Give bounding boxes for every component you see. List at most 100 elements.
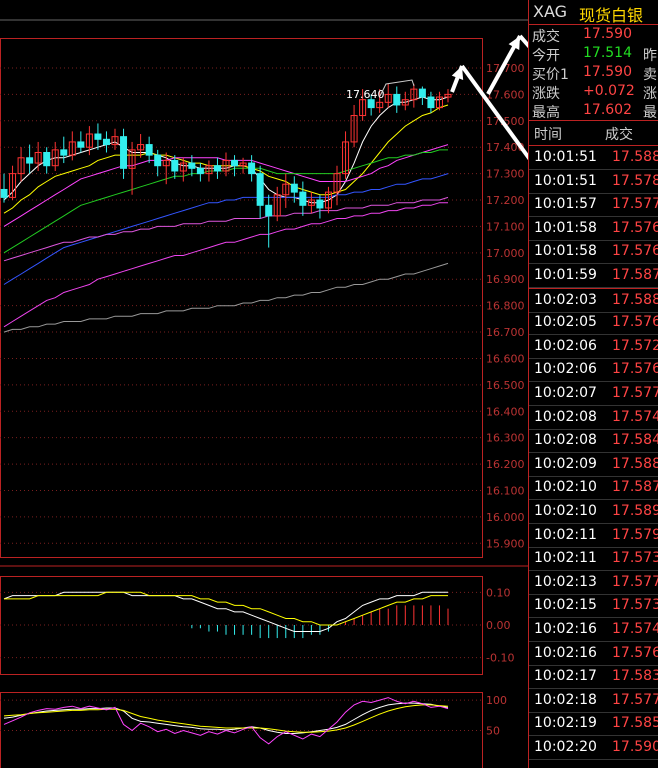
tick-price: 17.588 [612, 149, 658, 165]
quote-row: 今开 17.514 昨 [529, 44, 658, 64]
candle-body [265, 204, 273, 217]
candle-body [418, 88, 426, 98]
candle-body [43, 151, 51, 167]
tick-row: 10:02:08 17.584 [529, 429, 658, 454]
quote-value: +0.072 [583, 83, 635, 99]
tick-row: 10:01:51 17.578 [529, 170, 658, 194]
price-tick-label: 16.000 [486, 511, 525, 524]
quote-value: 17.590 [583, 26, 632, 42]
tick-time: 10:02:06 [534, 361, 597, 378]
tick-price: 17.573 [612, 550, 658, 567]
tick-price: 17.577 [612, 385, 658, 401]
macd-tick-label: 0.00 [486, 619, 511, 632]
tick-price: 17.576 [612, 361, 658, 378]
tick-row: 10:01:58 17.576 [529, 217, 658, 241]
candle-body [77, 141, 85, 148]
tick-time: 10:01:59 [534, 267, 597, 283]
candle-body [26, 157, 34, 164]
tick-row: 10:02:16 17.576 [529, 642, 658, 666]
tick-time: 10:02:11 [534, 526, 597, 543]
symbol-name: 现货白银 [579, 6, 644, 25]
tick-time: 10:01:58 [534, 243, 597, 260]
kdj-tick-label: 50 [486, 724, 500, 737]
tick-header-price: 成交 [605, 127, 633, 143]
tick-time: 10:01:58 [534, 219, 597, 236]
candle-body [120, 136, 128, 169]
price-tick-label: 16.400 [486, 405, 525, 418]
price-tick-label: 17.300 [486, 168, 525, 181]
candle-body [248, 162, 256, 175]
kdj-tick-label: 100 [486, 694, 507, 707]
price-tick-label: 16.200 [486, 458, 525, 471]
candle-body [290, 183, 298, 193]
candle-body [145, 144, 153, 156]
tick-row: 10:02:13 17.577 [529, 571, 658, 595]
price-tick-label: 17.000 [486, 247, 525, 260]
tick-price: 17.585 [612, 715, 658, 732]
tick-row: 10:02:16 17.574 [529, 618, 658, 642]
candle-body [393, 93, 401, 106]
tick-row: 10:01:57 17.577 [529, 193, 658, 218]
chart-area[interactable]: 17.70017.60017.50017.40017.30017.20017.1… [0, 0, 528, 768]
quote-label: 涨跌 [532, 86, 560, 102]
tick-row: 10:02:05 17.576 [529, 311, 658, 336]
tick-price: 17.576 [612, 243, 658, 260]
tick-price: 17.577 [612, 691, 658, 708]
quote-trail: 涨 [643, 86, 657, 102]
tick-row: 10:02:18 17.577 [529, 689, 658, 713]
tick-row: 10:02:10 17.589 [529, 500, 658, 524]
tick-price: 17.577 [612, 573, 658, 590]
tick-time: 10:02:10 [534, 479, 597, 496]
tick-time: 10:02:05 [534, 314, 597, 331]
quote-row: 成交 17.590 [529, 25, 658, 45]
tick-time: 10:02:08 [534, 408, 597, 425]
tick-price: 17.583 [612, 668, 658, 685]
price-tick-label: 16.300 [486, 432, 525, 445]
quote-label: 最高 [532, 105, 560, 121]
tick-header-time: 时间 [534, 127, 562, 143]
tick-price: 17.574 [612, 621, 658, 637]
ma-line [3, 262, 449, 333]
candle-body [213, 165, 221, 172]
candle-body [188, 162, 196, 169]
tick-time: 10:02:03 [534, 291, 597, 308]
price-tick-label: 16.100 [486, 484, 525, 497]
kdj-line [3, 702, 449, 734]
candle-body [256, 173, 264, 206]
price-tick-label: 17.200 [486, 194, 525, 207]
quote-trail: 昨 [643, 48, 657, 64]
tick-price: 17.577 [612, 196, 658, 213]
tick-time: 10:02:17 [534, 668, 597, 685]
tick-time: 10:02:16 [534, 621, 597, 637]
quote-label: 成交 [532, 29, 560, 45]
tick-row: 10:02:17 17.583 [529, 665, 658, 690]
tick-price: 17.589 [612, 503, 658, 519]
tick-time: 10:02:06 [534, 337, 597, 354]
tick-price: 17.587 [612, 479, 658, 496]
quote-label: 买价1 [532, 67, 569, 83]
price-tick-label: 16.700 [486, 326, 525, 339]
candle-body [0, 188, 8, 198]
candle-body [60, 149, 68, 156]
quote-value: 17.590 [583, 64, 632, 80]
tick-time: 10:02:13 [534, 573, 597, 590]
tick-row: 10:02:11 17.579 [529, 524, 658, 548]
tick-price: 17.573 [612, 597, 658, 614]
price-tick-label: 17.100 [486, 220, 525, 233]
candle-body [299, 191, 307, 206]
quote-row: 最高 17.602 最 [529, 101, 658, 121]
candle-body [316, 199, 324, 209]
price-tick-label: 15.900 [486, 537, 525, 550]
candle-body [102, 138, 110, 146]
tick-header: 时间 成交 [529, 120, 658, 146]
high-annotation: 17.640 [346, 88, 385, 101]
tick-row: 10:02:20 17.590 [529, 736, 658, 760]
macd-tick-label: -0.10 [486, 652, 514, 665]
price-tick-label: 16.800 [486, 300, 525, 313]
tick-row: 10:02:03 17.588 [529, 287, 658, 313]
tick-time: 10:01:51 [534, 149, 597, 165]
tick-row: 10:02:09 17.588 [529, 453, 658, 477]
macd-tick-label: 0.10 [486, 586, 511, 599]
tick-row: 10:02:07 17.577 [529, 382, 658, 406]
tick-time: 10:02:20 [534, 739, 597, 755]
